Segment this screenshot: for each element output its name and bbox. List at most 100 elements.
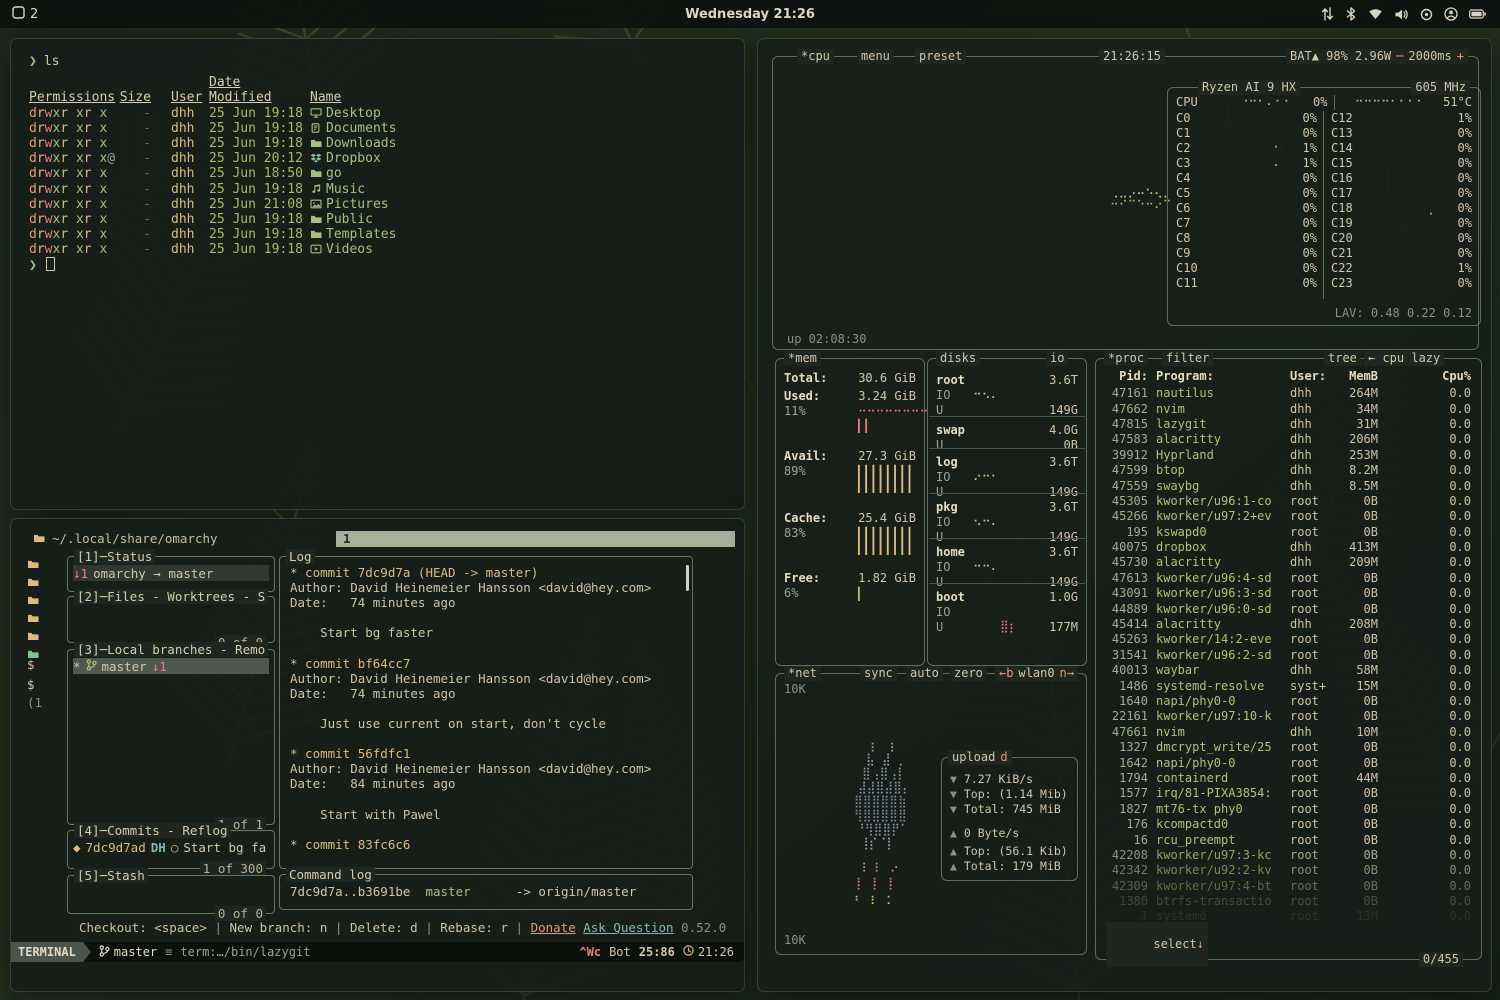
menu-button[interactable]: menu xyxy=(857,49,894,64)
tree-button[interactable]: tree xyxy=(1324,351,1361,366)
volume-icon[interactable] xyxy=(1394,8,1409,21)
core-row: C221% xyxy=(1331,261,1472,276)
process-row[interactable]: 1327dmcrypt_write/25root0B0.0 xyxy=(1104,740,1473,755)
sort-column-selector[interactable]: ← cpu lazy xyxy=(1364,351,1444,366)
bluetooth-icon[interactable] xyxy=(1345,7,1357,21)
select-button[interactable]: select↓ xyxy=(1106,922,1208,967)
repo-path: ~/.local/share/omarchy xyxy=(33,531,218,546)
commit-row[interactable]: ◆ 7dc9d7ad DH ○ Start bg fa xyxy=(73,839,269,855)
process-row[interactable]: 42309kworker/u97:4-btroot0B0.0 xyxy=(1104,879,1473,894)
tab-bar[interactable]: 1 xyxy=(336,531,735,547)
filter-button[interactable]: filter xyxy=(1162,351,1213,366)
folder-icon[interactable] xyxy=(27,557,39,572)
process-row[interactable]: 44889kworker/u96:0-sdroot0B0.0 xyxy=(1104,601,1473,616)
process-row[interactable]: 42208kworker/u97:3-kcroot0B0.0 xyxy=(1104,848,1473,863)
git-branch-segment[interactable]: master xyxy=(99,945,157,960)
workspace-indicator[interactable]: 2 xyxy=(12,6,38,23)
process-row[interactable]: 31541kworker/u96:2-sdroot0B0.0 xyxy=(1104,648,1473,663)
folder-icon[interactable] xyxy=(27,593,39,608)
process-row[interactable]: 40075dropboxdhh413M0.0 xyxy=(1104,540,1473,555)
mem-box-label[interactable]: *mem xyxy=(784,351,821,366)
ask-question-link[interactable]: Ask Question xyxy=(583,920,673,935)
process-row[interactable]: 1640napi/phy0-0root0B0.0 xyxy=(1104,694,1473,709)
updown-arrows-icon[interactable] xyxy=(1321,7,1334,21)
cpu-box-label[interactable]: *cpu xyxy=(797,49,834,64)
branch-row-selected[interactable]: * master ↓1 xyxy=(73,658,269,674)
process-row[interactable]: 43091kworker/u96:3-sdroot0B0.0 xyxy=(1104,586,1473,601)
idle-circle-icon[interactable] xyxy=(1420,8,1433,21)
process-row[interactable]: 1642napi/phy0-0root0B0.0 xyxy=(1104,755,1473,770)
commits-panel[interactable]: [4]─Commits - Reflog ◆ 7dc9d7ad DH ○ Sta… xyxy=(67,830,275,869)
process-row[interactable]: 195kswapd0root0B0.0 xyxy=(1104,525,1473,540)
process-row[interactable]: 47583alacrittydhh206M0.0 xyxy=(1104,432,1473,447)
process-table-headers[interactable]: Pid: Program: User: MemB Cpu% xyxy=(1104,369,1473,384)
process-row[interactable]: 39912Hyprlanddhh253M0.0 xyxy=(1104,448,1473,463)
powerline-arrow-icon xyxy=(83,942,91,962)
empty-prompt-line[interactable]: ❯ xyxy=(29,257,730,273)
process-row[interactable]: 1486systemd-resolvesyst+15M0.0 xyxy=(1104,678,1473,693)
preset-button[interactable]: preset xyxy=(915,49,966,64)
process-count: 0/455 xyxy=(1419,952,1463,967)
net-box-label[interactable]: *net xyxy=(784,666,821,681)
tab-label[interactable]: 1 xyxy=(343,531,351,546)
process-row[interactable]: 47613kworker/u96:4-sdroot0B0.0 xyxy=(1104,571,1473,586)
donate-link[interactable]: Donate xyxy=(531,920,576,935)
process-row[interactable]: 47815lazygitdhh31M0.0 xyxy=(1104,417,1473,432)
core-row: C110% xyxy=(1176,276,1317,291)
folder-icon[interactable] xyxy=(27,575,39,590)
scrollbar[interactable] xyxy=(686,565,689,591)
menu-icon[interactable]: ≡ xyxy=(165,945,172,959)
core-row: C200% xyxy=(1331,231,1472,246)
interval-increase-button[interactable]: + xyxy=(1457,49,1464,64)
process-row[interactable]: 1380btrfs-transactioroot0B0.0 xyxy=(1104,894,1473,909)
core-row: C150% xyxy=(1331,156,1472,171)
process-row[interactable]: 47161nautilusdhh264M0.0 xyxy=(1104,386,1473,401)
folder-icon[interactable] xyxy=(27,629,39,644)
core-row: C10% xyxy=(1176,126,1317,141)
process-row[interactable]: 40013waybardhh58M0.0 xyxy=(1104,663,1473,678)
log-panel[interactable]: Log * commit 7dc9d7a (HEAD -> master)Aut… xyxy=(279,556,693,869)
process-row[interactable]: 47599btopdhh8.2M0.0 xyxy=(1104,463,1473,478)
cpu-box: *cpu menu preset 21:26:15 BAT▲ 98% 2.96W… xyxy=(772,56,1479,350)
branch-icon xyxy=(99,945,110,960)
process-row[interactable]: 45414alacrittydhh208M0.0 xyxy=(1104,617,1473,632)
account-icon[interactable] xyxy=(1444,7,1458,21)
mode-indicator[interactable]: TERMINAL xyxy=(11,942,83,962)
process-row[interactable]: 42342kworker/u92:2-kvroot0B0.0 xyxy=(1104,863,1473,878)
down-arrow-icon: ▼ xyxy=(950,802,957,816)
core-row: C190% xyxy=(1331,216,1472,231)
core-columns: C00%C10%C2⠂1%C3⠄1%C40%C50%C60%C70%C80%C9… xyxy=(1176,111,1472,299)
process-row[interactable]: 45730alacrittydhh209M0.0 xyxy=(1104,555,1473,570)
process-row[interactable]: 47662nvimdhh34M0.0 xyxy=(1104,401,1473,416)
next-interface-button[interactable]: n→ xyxy=(1060,666,1074,681)
process-row[interactable]: 45305kworker/u96:1-coroot0B0.0 xyxy=(1104,494,1473,509)
process-row[interactable]: 1577irq/81-PIXA3854:root0B0.0 xyxy=(1104,786,1473,801)
branches-panel[interactable]: [3]─Local branches - Remo * master ↓1 1 … xyxy=(67,649,275,825)
interval-decrease-button[interactable]: ─ xyxy=(1396,49,1403,64)
net-sync-button[interactable]: sync xyxy=(860,666,897,681)
process-row[interactable]: 47661nvimdhh10M0.0 xyxy=(1104,725,1473,740)
image-icon xyxy=(310,197,326,212)
process-row[interactable]: 47559swaybgdhh8.5M0.0 xyxy=(1104,478,1473,493)
prev-interface-button[interactable]: ←b xyxy=(999,666,1013,681)
process-row[interactable]: 45266kworker/u97:2+evroot0B0.0 xyxy=(1104,509,1473,524)
file-row: drwxr xr x-dhh25 Jun 19:18Videos xyxy=(29,242,730,257)
net-zero-button[interactable]: zero xyxy=(950,666,987,681)
stash-panel[interactable]: [5]─Stash 0 of 0 xyxy=(67,875,275,914)
status-panel[interactable]: [1]─Status ↓1 omarchy → master xyxy=(67,556,275,592)
file-row: drwxr xr x-dhh25 Jun 19:18Desktop xyxy=(29,106,730,121)
proc-box: *proc filter tree ← cpu lazy Pid: Progra… xyxy=(1095,358,1482,960)
process-row[interactable]: 1827mt76-tx phy0root0B0.0 xyxy=(1104,802,1473,817)
status-row[interactable]: ↓1 omarchy → master xyxy=(73,565,269,581)
process-row[interactable]: 16rcu_preemptroot0B0.0 xyxy=(1104,832,1473,847)
files-panel[interactable]: [2]─Files - Worktrees - S 0 of 0 xyxy=(67,596,275,643)
proc-box-label[interactable]: *proc xyxy=(1104,351,1148,366)
process-row[interactable]: 22161kworker/u97:10-kroot0B0.0 xyxy=(1104,709,1473,724)
battery-icon[interactable] xyxy=(1469,9,1486,19)
process-row[interactable]: 45263kworker/14:2-everoot0B0.0 xyxy=(1104,632,1473,647)
wifi-icon[interactable] xyxy=(1368,8,1383,20)
process-row[interactable]: 1794containerdroot44M0.0 xyxy=(1104,771,1473,786)
process-row[interactable]: 176kcompactd0root0B0.0 xyxy=(1104,817,1473,832)
folder-icon[interactable] xyxy=(27,611,39,626)
net-auto-button[interactable]: auto xyxy=(906,666,943,681)
